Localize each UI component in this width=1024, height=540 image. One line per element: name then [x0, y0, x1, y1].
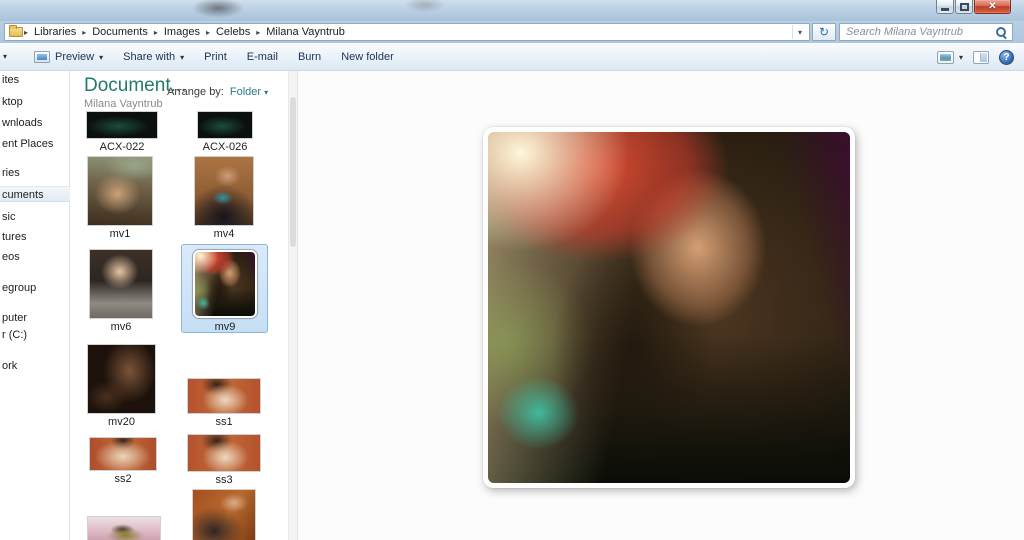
toolbar-item-label: Preview — [55, 51, 94, 63]
sidebar-item-wnloads[interactable]: wnloads — [0, 115, 70, 131]
help-button[interactable]: ? — [999, 50, 1014, 65]
thumbnail-image — [90, 250, 152, 318]
file-label: mv1 — [75, 228, 165, 240]
sidebar-item-tures[interactable]: tures — [0, 229, 70, 245]
chevron-down-icon: ▾ — [264, 88, 268, 97]
search-placeholder: Search Milana Vayntrub — [840, 26, 994, 38]
toolbar-preview-button[interactable]: Preview ▾ — [28, 48, 109, 66]
library-subtitle: Milana Vayntrub — [84, 98, 163, 110]
file-list-pane: Document... Milana Vayntrub Arrange by:F… — [71, 71, 288, 540]
toolbar-right-group: ▾ ? — [937, 43, 1014, 71]
minimize-icon — [941, 8, 949, 11]
thumbnail-image — [188, 435, 260, 471]
sidebar-item-r-c-[interactable]: r (C:) — [0, 327, 70, 343]
breadcrumb-documents[interactable]: Documents — [87, 26, 153, 38]
sidebar-item-sic[interactable]: sic — [0, 209, 70, 225]
thumbnail-image — [193, 490, 255, 540]
chevron-down-icon: ▾ — [99, 53, 103, 62]
thumbnail-image — [88, 345, 155, 413]
sidebar-item-ries[interactable]: ries — [0, 165, 70, 181]
toolbar-item-label: Share with — [123, 51, 175, 63]
maximize-button[interactable] — [955, 0, 973, 14]
file-label: ss2 — [78, 473, 168, 485]
file-label: ACX-022 — [77, 141, 167, 153]
breadcrumb-libraries[interactable]: Libraries — [29, 26, 81, 38]
scrollbar-thumb[interactable] — [290, 97, 296, 247]
file-label: ss1 — [179, 416, 269, 428]
breadcrumb-images[interactable]: Images — [159, 26, 205, 38]
title-bar: ✕ — [0, 0, 1024, 21]
toolbar-item-label: E-mail — [247, 51, 278, 63]
thumbnail-image — [90, 438, 156, 470]
file-label: ss3 — [179, 474, 269, 486]
arrange-by-dropdown[interactable]: Folder ▾ — [230, 86, 268, 98]
thumbnail-image — [198, 112, 252, 138]
thumbnail-image — [195, 157, 253, 225]
thumbnail-image — [88, 157, 152, 225]
address-row: ▸Libraries▸Documents▸Images▸Celebs▸Milan… — [0, 21, 1024, 43]
close-button[interactable]: ✕ — [974, 0, 1011, 14]
thumbnail-image — [188, 379, 260, 413]
command-bar: ▾ Preview ▾ Share with ▾ Print E-mail Burn New … — [0, 43, 1024, 71]
close-icon: ✕ — [988, 1, 996, 13]
folder-icon — [9, 27, 23, 37]
file-label: mv6 — [76, 321, 166, 333]
sidebar-item-cuments[interactable]: cuments — [0, 186, 70, 202]
preview-pane — [298, 71, 1024, 540]
sidebar-item-ent-places[interactable]: ent Places — [0, 136, 70, 152]
preview-pane-toggle-button[interactable] — [973, 51, 989, 64]
toolbar-e-mail-button[interactable]: E-mail — [241, 48, 284, 66]
toolbar-items: Preview ▾ Share with ▾ Print E-mail Burn New fo… — [28, 43, 408, 71]
toolbar-item-label: New folder — [341, 51, 394, 63]
chevron-down-icon: ▾ — [959, 53, 963, 62]
file-label: mv9 — [180, 321, 270, 333]
maximize-icon — [960, 3, 969, 11]
chevron-down-icon: ▾ — [180, 53, 184, 62]
arrange-by-label: Arrange by: — [167, 86, 224, 98]
explorer-window: ✕ ▸Libraries▸Documents▸Images▸Celebs▸Mil… — [0, 0, 1024, 540]
file-label: mv4 — [179, 228, 269, 240]
address-history-dropdown-button[interactable]: ▾ — [792, 25, 807, 39]
minimize-button[interactable] — [936, 0, 954, 14]
preview-image — [488, 132, 850, 483]
sidebar-item-puter[interactable]: puter — [0, 310, 70, 326]
thumbnail-image — [193, 250, 257, 318]
sidebar-item-egroup[interactable]: egroup — [0, 280, 70, 296]
toolbar-new-folder-button[interactable]: New folder — [335, 48, 400, 66]
toolbar-overflow-icon[interactable]: ▾ — [3, 52, 7, 61]
file-label: mv20 — [77, 416, 167, 428]
thumbnail-image — [88, 517, 160, 540]
thumbnail-image — [87, 112, 157, 138]
toolbar-burn-button[interactable]: Burn — [292, 48, 327, 66]
search-icon — [994, 25, 1008, 39]
toolbar-item-label: Print — [204, 51, 227, 63]
address-bar[interactable]: ▸Libraries▸Documents▸Images▸Celebs▸Milan… — [4, 23, 810, 41]
breadcrumb-celebs[interactable]: Celebs — [211, 26, 255, 38]
refresh-button[interactable]: ↻ — [812, 23, 836, 41]
preview-icon — [34, 51, 50, 63]
views-icon — [937, 51, 954, 64]
toolbar-share-with-button[interactable]: Share with ▾ — [117, 48, 190, 66]
toolbar-item-label: Burn — [298, 51, 321, 63]
sidebar-item-ork[interactable]: ork — [0, 358, 70, 374]
search-box[interactable]: Search Milana Vayntrub — [839, 23, 1013, 41]
sidebar-item-ktop[interactable]: ktop — [0, 94, 70, 110]
toolbar-print-button[interactable]: Print — [198, 48, 233, 66]
sidebar-item-ites[interactable]: ites — [0, 72, 70, 88]
file-label: ACX-026 — [180, 141, 270, 153]
preview-image-frame — [483, 127, 855, 488]
breadcrumb-milana-vayntrub[interactable]: Milana Vayntrub — [261, 26, 350, 38]
file-list-scrollbar[interactable] — [288, 71, 298, 540]
navigation-pane: ites ktop wnloads ent Places ries cuments sic t… — [0, 71, 70, 540]
views-button[interactable]: ▾ — [937, 51, 963, 64]
sidebar-item-eos[interactable]: eos — [0, 249, 70, 265]
breadcrumb: ▸Libraries▸Documents▸Images▸Celebs▸Milan… — [23, 24, 350, 40]
